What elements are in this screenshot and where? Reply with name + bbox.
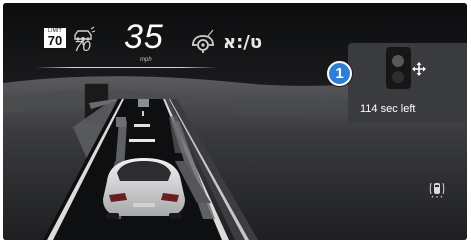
steering-wheel-rays-icon [207,29,214,37]
speed-unit: mph [140,57,152,63]
speed-limit-value: 70 [47,33,63,48]
display-screen: LIMIT 70 70 35 mph ט/:א 1 114 sec left [3,3,467,240]
move-arrows-icon [412,62,426,76]
lane-dash [142,111,144,116]
lane-dash [129,139,155,142]
traffic-light-bottom [392,71,404,83]
set-speed: 70 [74,38,91,55]
callout-marker: 1 [327,61,352,86]
hud-separator [35,67,217,68]
traffic-light-top [392,55,404,67]
speed-limit-sign: LIMIT 70 [43,27,67,49]
parking-sensor-car-icon [429,182,445,198]
lane-dash [134,124,150,127]
current-speed: 35 [124,18,164,56]
mode-glyph: ט/:א [223,32,263,53]
time-left-label: 114 sec left [360,103,416,115]
own-vehicle [103,158,185,219]
